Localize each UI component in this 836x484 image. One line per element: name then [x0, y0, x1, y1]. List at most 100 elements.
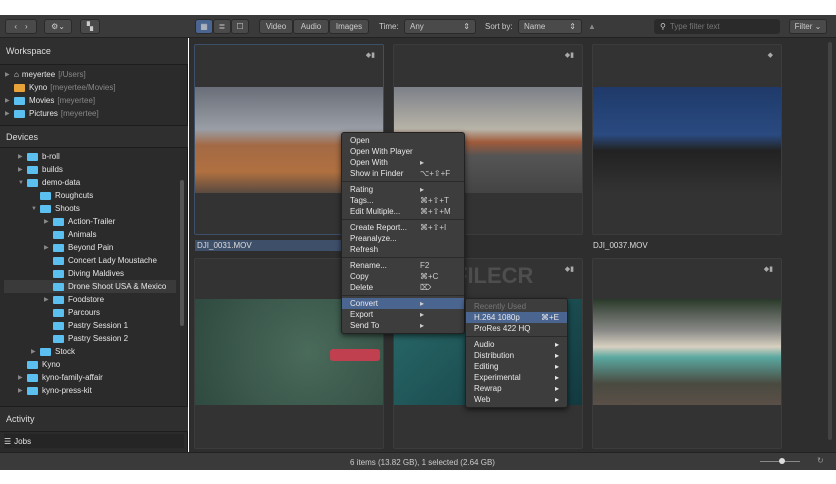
workspace-item[interactable]: ▶ Movies [meyertee]	[5, 94, 95, 107]
disclosure-triangle[interactable]: ▶	[18, 153, 27, 160]
toolbar: ‹ › ⚙ ⌄ ▚ ▦ ≣ ☐ Video Audio Images Time: A…	[0, 15, 836, 38]
workspace-item[interactable]: ▶ Pictures [meyertee]	[5, 107, 99, 120]
disclosure-triangle[interactable]: ▶	[31, 348, 40, 355]
tree-item[interactable]: ▶ kyno-family-affair	[18, 371, 103, 384]
tree-item[interactable]: Pastry Session 2	[44, 332, 128, 345]
folder-icon	[27, 360, 38, 369]
workspace-item[interactable]: ▶ ⌂ meyertee [/Users]	[5, 68, 86, 81]
tree-item[interactable]: Parcours	[44, 306, 100, 319]
tree-item[interactable]: Animals	[44, 228, 96, 241]
view-grid-button[interactable]: ▦	[195, 19, 213, 34]
boat-image	[330, 349, 380, 361]
disclosure-triangle[interactable]: ▶	[18, 166, 27, 173]
tree-item[interactable]: Concert Lady Moustache	[44, 254, 157, 267]
menu-item-prores-422-hq[interactable]: ProRes 422 HQ	[466, 323, 567, 334]
refresh-icon[interactable]: ↻	[817, 456, 824, 465]
search-icon: ⚲	[660, 22, 666, 31]
menu-item[interactable]: Distribution ▸	[466, 350, 567, 361]
menu-item[interactable]: Convert ▸	[342, 298, 464, 309]
collections-button[interactable]: ▚	[80, 19, 100, 34]
media-card[interactable]: ◆▮	[592, 258, 782, 449]
menu-item[interactable]: Open With Player	[342, 146, 464, 157]
scrollbar[interactable]	[180, 180, 184, 326]
arrow-right-icon: ▸	[554, 384, 559, 393]
menu-item[interactable]: Refresh	[342, 244, 464, 255]
watermark: FILECR	[454, 263, 534, 288]
tree-item[interactable]: Diving Maldives	[44, 267, 124, 280]
workspace-header[interactable]: Workspace	[0, 38, 188, 65]
time-select[interactable]: Any ⇕	[404, 19, 476, 34]
arrow-right-icon: ▸	[554, 362, 559, 371]
tree-item[interactable]: ▶ b-roll	[18, 150, 60, 163]
context-menu: Open Open With Player Open With ▸ Show in Fi…	[341, 132, 465, 334]
menu-item[interactable]: Rename... F2	[342, 260, 464, 271]
tree-item[interactable]: ▼ demo-data	[18, 176, 80, 189]
tree-item[interactable]: ▶ Foodstore	[44, 293, 104, 306]
menu-item[interactable]: Edit Multiple... ⌘+⇧+M	[342, 206, 464, 217]
disclosure-triangle[interactable]: ▶	[18, 387, 27, 394]
tree-item[interactable]: ▶ builds	[18, 163, 63, 176]
menu-separator	[342, 219, 464, 220]
filter-audio-button[interactable]: Audio	[293, 19, 329, 34]
menu-item-h264-1080p[interactable]: H.264 1080p ⌘+E	[466, 312, 567, 323]
arrow-right-icon: ▸	[554, 395, 559, 404]
grid-scrollbar[interactable]	[828, 42, 832, 440]
tree-item[interactable]: ▼ Shoots	[31, 202, 80, 215]
settings-button[interactable]: ⚙ ⌄	[44, 19, 72, 34]
tree-item[interactable]: ▶ Action-Trailer	[44, 215, 115, 228]
menu-item[interactable]: Rating ▸	[342, 184, 464, 195]
menu-item[interactable]: Copy ⌘+C	[342, 271, 464, 282]
menu-item[interactable]: Delete ⌦	[342, 282, 464, 293]
disclosure-triangle[interactable]: ▶	[44, 218, 53, 225]
back-icon[interactable]: ‹	[14, 22, 17, 31]
disclosure-triangle[interactable]: ▼	[31, 206, 40, 212]
tree-item[interactable]: ▶ Beyond Pain	[44, 241, 113, 254]
menu-item[interactable]: Open	[342, 135, 464, 146]
menu-item[interactable]: Preanalyze...	[342, 233, 464, 244]
jobs-icon: ☰	[4, 436, 12, 446]
view-list-button[interactable]: ≣	[213, 19, 231, 34]
menu-item[interactable]: Audio ▸	[466, 339, 567, 350]
menu-item[interactable]: Open With ▸	[342, 157, 464, 168]
filter-video-button[interactable]: Video	[259, 19, 293, 34]
sort-label: Sort by:	[485, 22, 513, 31]
disclosure-triangle[interactable]: ▶	[44, 244, 53, 251]
menu-item[interactable]: Create Report... ⌘+⇧+I	[342, 222, 464, 233]
menu-item[interactable]: Rewrap ▸	[466, 383, 567, 394]
arrow-right-icon: ▸	[554, 351, 559, 360]
menu-item[interactable]: Editing ▸	[466, 361, 567, 372]
tree-item[interactable]: Drone Shoot USA & Mexico	[4, 280, 176, 293]
tree-item[interactable]: Kyno	[18, 358, 60, 371]
folder-icon	[27, 373, 38, 382]
menu-item[interactable]: Show in Finder ⌥+⇧+F	[342, 168, 464, 179]
filter-images-button[interactable]: Images	[329, 19, 369, 34]
workspace-item[interactable]: Kyno [meyertee/Movies]	[5, 81, 116, 94]
tree-item[interactable]: ▶ kyno-press-kit	[18, 384, 92, 397]
zoom-slider-handle[interactable]	[779, 458, 785, 464]
nav-buttons[interactable]: ‹ ›	[5, 19, 37, 34]
menu-item[interactable]: Web ▸	[466, 394, 567, 405]
activity-header[interactable]: Activity	[0, 406, 188, 432]
sort-direction-icon[interactable]: ▲	[588, 22, 596, 31]
jobs-item[interactable]: ☰ Jobs	[4, 434, 184, 448]
tree-item[interactable]: Roughcuts	[31, 189, 93, 202]
media-card[interactable]: ◆	[592, 44, 782, 235]
disclosure-triangle[interactable]: ▼	[18, 180, 27, 186]
search-input[interactable]: ⚲ Type filter text	[654, 19, 780, 34]
disclosure-triangle[interactable]: ▶	[18, 374, 27, 381]
disclosure-triangle[interactable]: ▶	[44, 296, 53, 303]
menu-item[interactable]: Send To ▸	[342, 320, 464, 331]
sort-select[interactable]: Name ⇕	[518, 19, 582, 34]
menu-item[interactable]: Tags... ⌘+⇧+T	[342, 195, 464, 206]
forward-icon[interactable]: ›	[25, 22, 28, 31]
devices-header[interactable]: Devices	[0, 125, 188, 148]
filter-button[interactable]: Filter ⌄	[789, 19, 827, 34]
tree-item[interactable]: Pastry Session 1	[44, 319, 128, 332]
menu-item[interactable]: Export ▸	[342, 309, 464, 320]
folder-icon	[53, 269, 64, 278]
menu-item[interactable]: Experimental ▸	[466, 372, 567, 383]
view-single-button[interactable]: ☐	[231, 19, 249, 34]
file-name[interactable]: DJI_0037.MOV	[593, 241, 648, 250]
tree-item[interactable]: ▶ Stock	[31, 345, 75, 358]
folder-icon	[40, 191, 51, 200]
